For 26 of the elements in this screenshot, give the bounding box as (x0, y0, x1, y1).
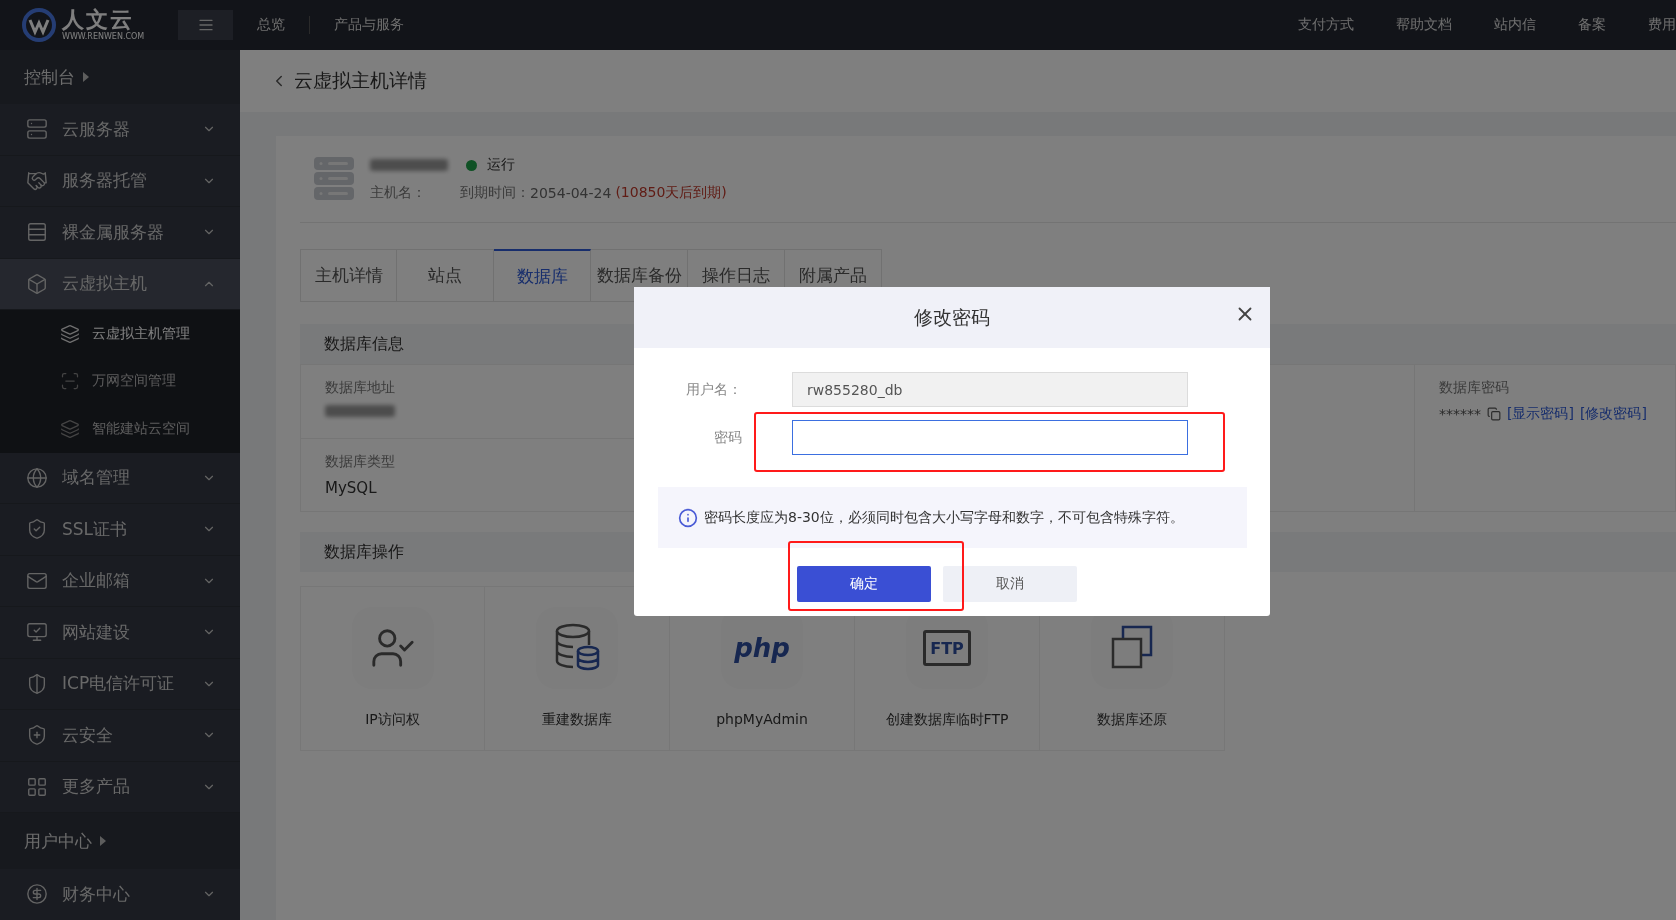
page-title: 云虚拟主机详情 (294, 68, 427, 93)
remaining-days: (10850天后到期) (615, 184, 727, 202)
field-label: 数据库地址 (325, 379, 396, 397)
notice-text: 密码长度应为8-30位，必须同时包含大小写字母和数字，不可包含特殊字符。 (704, 508, 1184, 527)
operation-label: 创建数据库临时FTP (885, 711, 1009, 729)
field-label: 数据库密码 (1439, 379, 1510, 397)
operation-label: IP访问权 (365, 711, 420, 729)
section-title: 数据库信息 (324, 333, 404, 355)
operation-label: 重建数据库 (542, 711, 612, 729)
ftp-monitor-icon: FTP (923, 630, 971, 666)
field-label: 密码 (713, 428, 743, 447)
dialog-title: 修改密码 (914, 304, 990, 330)
status-text: 运行 (487, 156, 515, 174)
host-label: 主机名： (370, 184, 426, 202)
php-logo: php (734, 633, 790, 663)
expiry-date: 2054-04-24 (530, 185, 612, 201)
field-value: MySQL (325, 478, 378, 497)
field-label: 数据库类型 (325, 452, 396, 471)
logo-name: 人文云 (62, 9, 134, 31)
password-mask: ****** (1439, 406, 1481, 422)
field-label: 用户名： (685, 380, 743, 399)
expiry-label: 到期时间： (460, 184, 530, 202)
operation-label: 数据库还原 (1097, 711, 1167, 729)
operation-label: phpMyAdmin (716, 711, 808, 727)
logo-domain: WWW.RENWEN.COM (62, 33, 145, 41)
section-title: 数据库操作 (324, 541, 404, 563)
